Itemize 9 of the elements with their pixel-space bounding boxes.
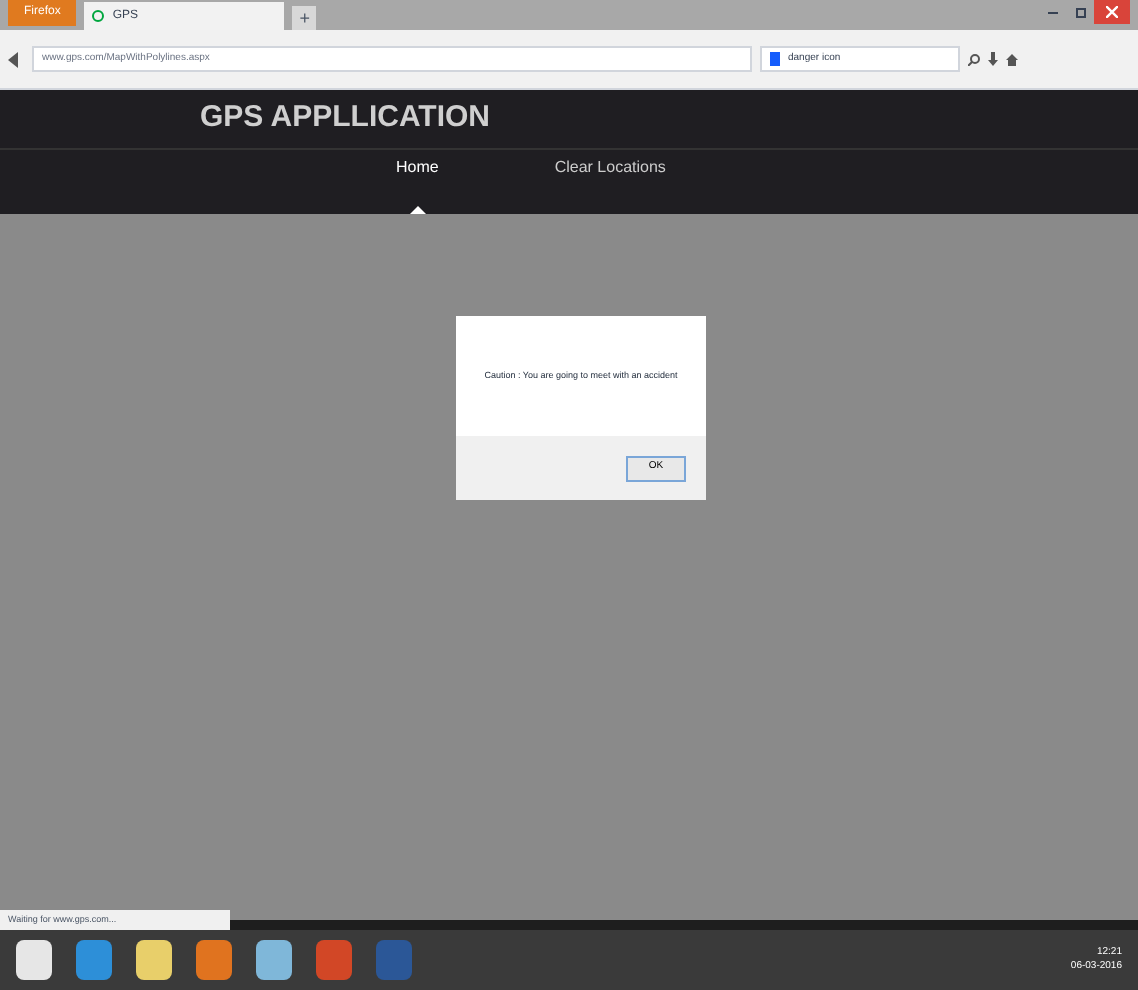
nav-link[interactable]: Clear Locations xyxy=(554,150,666,214)
new-tab-button[interactable]: + xyxy=(292,6,317,30)
back-arrow-icon[interactable] xyxy=(8,51,24,67)
home-icon[interactable] xyxy=(1006,53,1018,65)
search-icon[interactable] xyxy=(968,53,980,65)
download-icon[interactable] xyxy=(988,52,998,66)
close-icon[interactable] xyxy=(1094,0,1130,24)
app-title: GPS APPLLICATION xyxy=(200,98,491,139)
nav-link[interactable]: Home xyxy=(396,150,439,214)
